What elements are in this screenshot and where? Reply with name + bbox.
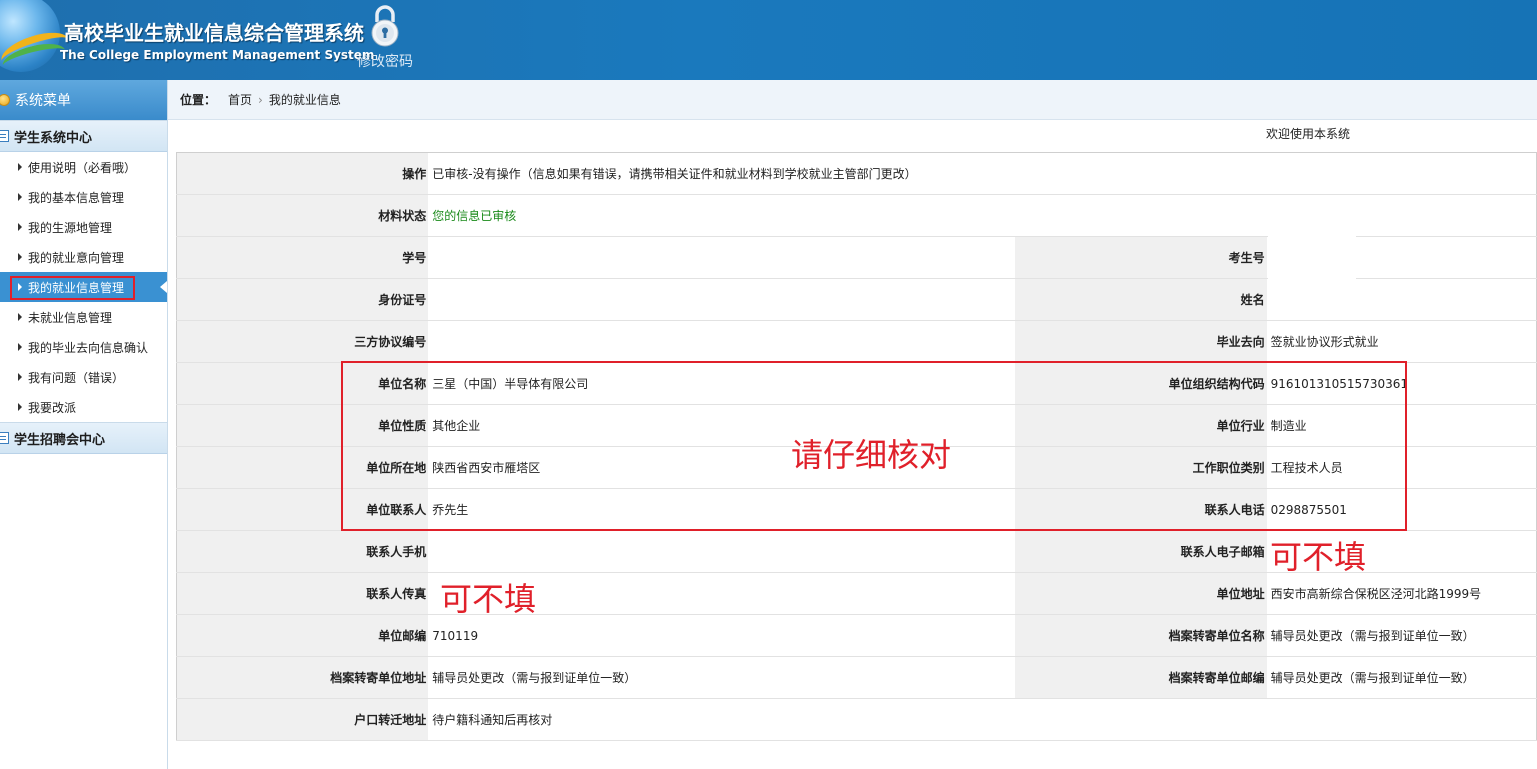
status-value: 您的信息已审核 (428, 194, 1537, 237)
field-label: 户口转迁地址 (176, 698, 429, 741)
change-password-label: 修改密码 (357, 54, 413, 70)
field-label: 姓名 (1014, 278, 1267, 321)
table-row: 联系人手机 联系人电子邮箱 (176, 530, 1537, 573)
field-label: 单位性质 (176, 404, 429, 447)
table-row: 单位性质 其他企业 单位行业 制造业 (176, 404, 1537, 447)
table-row: 联系人传真 单位地址 西安市高新综合保税区泾河北路1999号 (176, 572, 1537, 615)
table-row: 户口转迁地址 待户籍科通知后再核对 (176, 698, 1537, 741)
table-row: 三方协议编号 毕业去向 签就业协议形式就业 (176, 320, 1537, 363)
sidebar-item-reassign[interactable]: 我要改派 (0, 392, 167, 422)
triangle-right-icon (18, 163, 22, 171)
field-label: 单位名称 (176, 362, 429, 405)
field-value: 三星（中国）半导体有限公司 (428, 362, 1015, 405)
system-subtitle: The College Employment Management System (60, 48, 375, 62)
field-label: 三方协议编号 (176, 320, 429, 363)
table-row: 单位联系人 乔先生 联系人电话 0298875501 (176, 488, 1537, 531)
sidebar-item-employment-info[interactable]: 我的就业信息管理 (0, 272, 167, 302)
field-label: 档案转寄单位地址 (176, 656, 429, 699)
menu-dot-icon (0, 94, 10, 106)
field-label: 档案转寄单位邮编 (1014, 656, 1267, 699)
triangle-right-icon (18, 343, 22, 351)
sidebar-item-basic-info[interactable]: 我的基本信息管理 (0, 182, 167, 212)
field-value: 已审核-没有操作（信息如果有错误，请携带相关证件和就业材料到学校就业主管部门更改… (428, 152, 1537, 195)
triangle-right-icon (18, 403, 22, 411)
field-value: 制造业 (1266, 404, 1537, 447)
sidebar-title: 系统菜单 (0, 80, 167, 120)
field-label: 联系人电子邮箱 (1014, 530, 1267, 573)
triangle-right-icon (18, 253, 22, 261)
field-value (428, 530, 1015, 573)
field-label: 身份证号 (176, 278, 429, 321)
field-value: 710119 (428, 614, 1015, 657)
field-value: 916101310515730361 (1266, 362, 1537, 405)
triangle-right-icon (18, 223, 22, 231)
breadcrumb: 位置： 首页 › 我的就业信息 (168, 80, 1537, 120)
sidebar-item-origin[interactable]: 我的生源地管理 (0, 212, 167, 242)
field-label: 操作 (176, 152, 429, 195)
triangle-right-icon (18, 193, 22, 201)
field-value: 乔先生 (428, 488, 1015, 531)
field-label: 单位行业 (1014, 404, 1267, 447)
field-label: 档案转寄单位名称 (1014, 614, 1267, 657)
field-label: 联系人手机 (176, 530, 429, 573)
field-value: 辅导员处更改（需与报到证单位一致） (428, 656, 1015, 699)
field-label: 学号 (176, 236, 429, 279)
field-label: 联系人传真 (176, 572, 429, 615)
table-row: 操作 已审核-没有操作（信息如果有错误，请携带相关证件和就业材料到学校就业主管部… (176, 152, 1537, 195)
table-row: 单位所在地 陕西省西安市雁塔区 工作职位类别 工程技术人员 (176, 446, 1537, 489)
field-label: 单位地址 (1014, 572, 1267, 615)
breadcrumb-separator: › (258, 92, 263, 107)
sidebar-item-instructions[interactable]: 使用说明（必看哦） (0, 152, 167, 182)
field-value: 陕西省西安市雁塔区 (428, 446, 1015, 489)
field-value: 签就业协议形式就业 (1266, 320, 1537, 363)
field-label: 联系人电话 (1014, 488, 1267, 531)
redaction-mask (1268, 232, 1356, 304)
field-label: 材料状态 (176, 194, 429, 237)
triangle-right-icon (18, 283, 22, 291)
breadcrumb-current: 我的就业信息 (268, 93, 341, 107)
field-value: 西安市高新综合保税区泾河北路1999号 (1266, 572, 1537, 615)
system-title: 高校毕业生就业信息综合管理系统 (64, 21, 364, 45)
field-label: 单位联系人 (176, 488, 429, 531)
field-label: 考生号 (1014, 236, 1267, 279)
field-label: 毕业去向 (1014, 320, 1267, 363)
table-row: 档案转寄单位地址 辅导员处更改（需与报到证单位一致） 档案转寄单位邮编 辅导员处… (176, 656, 1537, 699)
list-icon (0, 432, 9, 444)
sidebar-group-job-fair[interactable]: 学生招聘会中心 (0, 422, 167, 454)
field-label: 工作职位类别 (1014, 446, 1267, 489)
field-value (428, 320, 1015, 363)
field-value: 待户籍科通知后再核对 (428, 698, 1537, 741)
field-value: 辅导员处更改（需与报到证单位一致） (1266, 656, 1537, 699)
sidebar-group-student-center[interactable]: 学生系统中心 (0, 120, 167, 152)
field-value (428, 236, 1015, 279)
field-value (1266, 530, 1537, 573)
table-row: 材料状态 您的信息已审核 (176, 194, 1537, 237)
list-icon (0, 130, 9, 142)
field-label: 单位邮编 (176, 614, 429, 657)
field-label: 单位所在地 (176, 446, 429, 489)
welcome-text: 欢迎使用本系统 (1266, 127, 1351, 141)
redaction-mask (452, 282, 562, 308)
breadcrumb-home[interactable]: 首页 (228, 91, 252, 108)
sidebar-item-unemployed-info[interactable]: 未就业信息管理 (0, 302, 167, 332)
field-value: 其他企业 (428, 404, 1015, 447)
triangle-right-icon (18, 373, 22, 381)
sidebar-item-problem[interactable]: 我有问题（错误） (0, 362, 167, 392)
sidebar: 系统菜单 学生系统中心 使用说明（必看哦） 我的基本信息管理 我的生源地管理 我… (0, 80, 168, 769)
field-value: 0298875501 (1266, 488, 1537, 531)
field-value: 辅导员处更改（需与报到证单位一致） (1266, 614, 1537, 657)
field-value (428, 572, 1015, 615)
table-row: 单位名称 三星（中国）半导体有限公司 单位组织结构代码 916101310515… (176, 362, 1537, 405)
lock-icon (371, 5, 399, 47)
app-header: 高校毕业生就业信息综合管理系统 The College Employment M… (0, 0, 1537, 80)
table-row: 单位邮编 710119 档案转寄单位名称 辅导员处更改（需与报到证单位一致） (176, 614, 1537, 657)
sidebar-item-intention[interactable]: 我的就业意向管理 (0, 242, 167, 272)
triangle-right-icon (18, 313, 22, 321)
field-value: 工程技术人员 (1266, 446, 1537, 489)
field-label: 单位组织结构代码 (1014, 362, 1267, 405)
sidebar-item-destination-confirm[interactable]: 我的毕业去向信息确认 (0, 332, 167, 362)
change-password-button[interactable]: 修改密码 (354, 4, 416, 70)
breadcrumb-label: 位置： (180, 93, 217, 107)
